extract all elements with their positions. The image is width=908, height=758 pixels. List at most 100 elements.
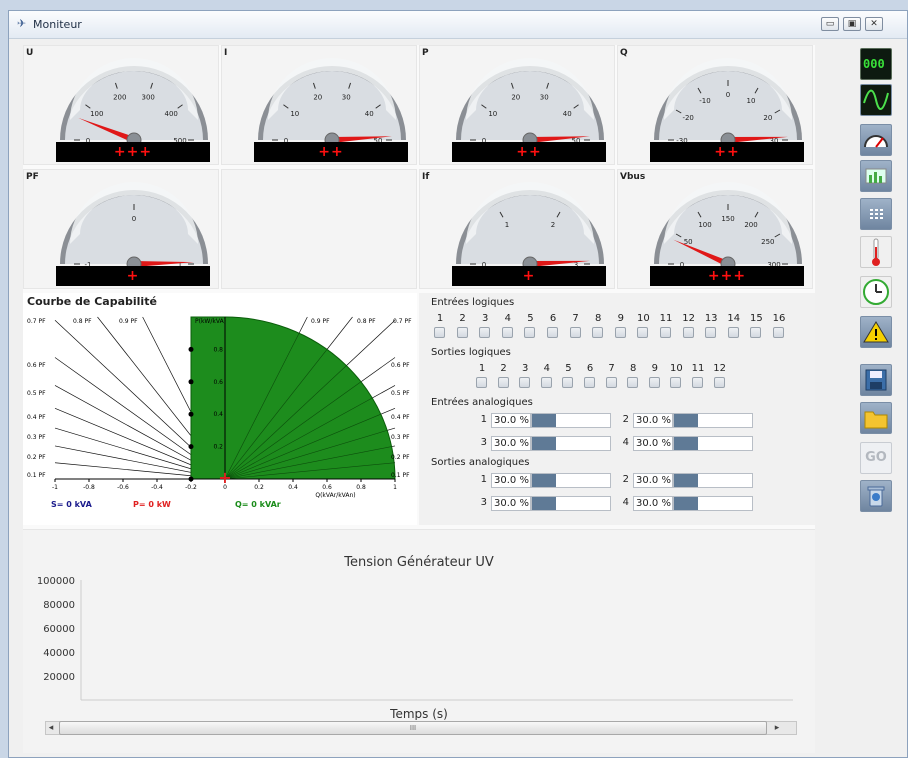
logic-output-checkbox[interactable] bbox=[670, 377, 682, 388]
capability-chart: -1 -0.8 -0.6 -0.4 -0.2 0 0.2 0.4 0.6 0.8 10.20.40.… bbox=[27, 316, 412, 509]
logic-input-checkbox[interactable] bbox=[434, 327, 445, 338]
analog-channel: 2 30.0 % bbox=[619, 473, 759, 488]
logic-input-checkbox[interactable] bbox=[524, 327, 536, 338]
analog-value-field[interactable]: 30.0 % bbox=[633, 473, 673, 488]
analog-value-field[interactable]: 30.0 % bbox=[491, 496, 531, 511]
gauge-panel-pf: PF -1 0 1 + bbox=[23, 169, 219, 289]
logic-input-number: 5 bbox=[527, 313, 534, 324]
gauge-button[interactable] bbox=[860, 124, 892, 156]
logic-input-checkbox[interactable] bbox=[456, 327, 468, 338]
x-tick-label: -0.6 bbox=[117, 484, 129, 491]
gauge-indicator: +++ bbox=[650, 266, 804, 286]
logic-input-checkbox[interactable] bbox=[682, 327, 694, 338]
pf-label-right: 0.9 PF bbox=[311, 318, 330, 325]
logic-output-checkbox[interactable] bbox=[605, 377, 617, 388]
close-button[interactable]: ✕ bbox=[865, 17, 883, 31]
gauge-label: U bbox=[26, 48, 34, 58]
scroll-thumb[interactable]: III bbox=[59, 721, 767, 735]
analog-index: 2 bbox=[622, 474, 629, 485]
analog-index: 4 bbox=[622, 437, 629, 448]
logic-output-number: 3 bbox=[522, 363, 529, 374]
logic-input-checkbox[interactable] bbox=[569, 327, 581, 338]
thermometer-button[interactable] bbox=[860, 236, 892, 268]
gauge-tick-label: 40 bbox=[365, 110, 374, 118]
oscilloscope-button[interactable] bbox=[860, 84, 892, 116]
analog-value-field[interactable]: 30.0 % bbox=[633, 496, 673, 511]
logic-output-checkbox[interactable] bbox=[476, 377, 487, 388]
gauge-tick-label: -10 bbox=[699, 97, 710, 105]
analog-level-fill bbox=[674, 474, 698, 487]
logic-input-number: 14 bbox=[727, 313, 741, 324]
logic-input-checkbox[interactable] bbox=[727, 327, 739, 338]
logic-input-checkbox[interactable] bbox=[592, 327, 604, 338]
logic-input-checkbox[interactable] bbox=[614, 327, 626, 338]
gauge-label: P bbox=[422, 48, 429, 58]
save-button[interactable] bbox=[860, 364, 892, 396]
entrees-logiques-title: Entrées logiques bbox=[431, 297, 515, 308]
logic-output-checkbox[interactable] bbox=[692, 377, 703, 388]
gauge-label: I bbox=[224, 48, 228, 58]
digital-display-button[interactable]: 000 bbox=[860, 48, 892, 80]
bar-chart-button[interactable] bbox=[860, 160, 892, 192]
gauge-icon bbox=[864, 135, 888, 148]
pf-label-right: 0.8 PF bbox=[357, 318, 376, 325]
operating-point: + bbox=[218, 468, 231, 487]
logic-input-checkbox[interactable] bbox=[750, 327, 762, 338]
gauge-panel-i: I 0 10 20 30 40 50 ++ bbox=[221, 45, 417, 165]
gauge-label: If bbox=[422, 172, 430, 182]
logic-input-checkbox[interactable] bbox=[660, 327, 671, 338]
gauge-tick-label: 20 bbox=[511, 93, 520, 101]
logic-output-checkbox[interactable] bbox=[562, 377, 574, 388]
scroll-left-arrow[interactable]: ◂ bbox=[45, 721, 57, 735]
analog-value-field[interactable]: 30.0 % bbox=[491, 473, 531, 488]
gauge-indicator: +++ bbox=[56, 142, 210, 162]
analog-value-field[interactable]: 30.0 % bbox=[633, 436, 673, 451]
open-folder-button[interactable] bbox=[860, 402, 892, 434]
logic-output-number: 10 bbox=[670, 363, 683, 374]
analog-level-fill bbox=[674, 497, 698, 510]
grid-button[interactable] bbox=[860, 198, 892, 230]
clock-button[interactable] bbox=[860, 276, 892, 308]
trash-button[interactable] bbox=[860, 480, 892, 512]
maximize-button[interactable]: ▣ bbox=[843, 17, 861, 31]
logic-output-checkbox[interactable] bbox=[497, 377, 509, 388]
analog-value-field[interactable]: 30.0 % bbox=[633, 413, 673, 428]
analog-value-field[interactable]: 30.0 % bbox=[491, 436, 531, 451]
go-button[interactable]: GO bbox=[860, 442, 892, 474]
limit-point bbox=[188, 379, 194, 385]
warning-icon bbox=[863, 321, 889, 343]
logic-output-checkbox[interactable] bbox=[713, 377, 725, 388]
logic-input-checkbox[interactable] bbox=[547, 327, 558, 338]
gauge-tick-label: 30 bbox=[540, 93, 549, 101]
scroll-right-arrow[interactable]: ▸ bbox=[771, 721, 783, 735]
gauge-tick-label: 200 bbox=[744, 221, 757, 229]
logic-input-number: 15 bbox=[750, 313, 763, 324]
x-tick-label: 0.6 bbox=[322, 484, 332, 491]
logic-input-checkbox[interactable] bbox=[637, 327, 649, 338]
pf-label-left: 0.3 PF bbox=[27, 434, 46, 441]
logic-output-checkbox[interactable] bbox=[540, 377, 552, 388]
logic-output-checkbox[interactable] bbox=[584, 377, 595, 388]
logic-input-checkbox[interactable] bbox=[501, 327, 513, 338]
logic-input-checkbox[interactable] bbox=[479, 327, 491, 338]
minimize-button[interactable]: ▭ bbox=[821, 17, 839, 31]
analog-level-fill bbox=[674, 437, 698, 450]
warning-button[interactable] bbox=[860, 316, 892, 348]
x-tick-label: 1 bbox=[393, 484, 397, 491]
logic-output-checkbox[interactable] bbox=[627, 377, 639, 388]
gauge-tick-label: 30 bbox=[342, 93, 351, 101]
gauge-indicator: ++ bbox=[452, 142, 606, 162]
y-tick-label: 0.8 bbox=[213, 346, 223, 353]
chart-y-tick-label: 60000 bbox=[43, 624, 75, 635]
logic-input-number: 11 bbox=[659, 313, 673, 324]
chart-y-tick-label: 40000 bbox=[43, 648, 75, 659]
logic-output-number: 4 bbox=[543, 363, 550, 374]
logic-input-checkbox[interactable] bbox=[773, 327, 784, 338]
logic-input-checkbox[interactable] bbox=[705, 327, 717, 338]
logic-output-checkbox[interactable] bbox=[648, 377, 660, 388]
analog-value-field[interactable]: 30.0 % bbox=[491, 413, 531, 428]
gauge-tick-label: 40 bbox=[563, 110, 572, 118]
gauge-dial: 050100150200250300 bbox=[654, 182, 802, 270]
logic-output-checkbox[interactable] bbox=[519, 377, 531, 388]
analog-index: 2 bbox=[622, 414, 629, 425]
